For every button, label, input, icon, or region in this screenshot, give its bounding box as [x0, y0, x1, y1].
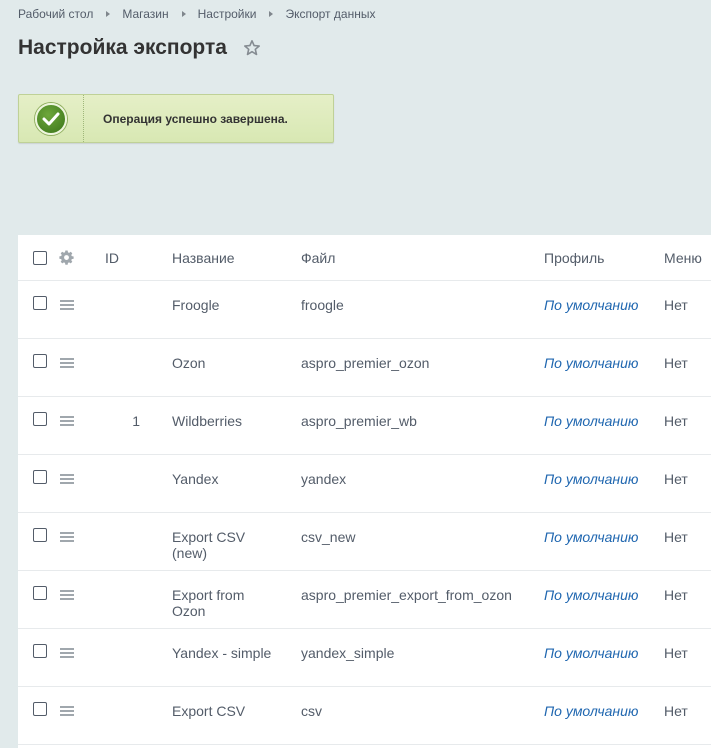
- drag-handle-icon[interactable]: [60, 474, 74, 484]
- row-checkbox[interactable]: [33, 296, 47, 310]
- table-row[interactable]: Export CSV (new) csv_new По умолчанию Не…: [18, 513, 711, 571]
- drag-handle-icon[interactable]: [60, 706, 74, 716]
- drag-handle-icon[interactable]: [60, 532, 74, 542]
- breadcrumb-data-export[interactable]: Экспорт данных: [285, 7, 375, 21]
- cell-profile-link[interactable]: По умолчанию: [544, 471, 639, 487]
- success-notice: Операция успешно завершена.: [18, 94, 334, 143]
- table-row[interactable]: 1 Wildberries aspro_premier_wb По умолча…: [18, 397, 711, 455]
- cell-name: Export CSV (new): [172, 529, 246, 561]
- cell-file: aspro_premier_export_from_ozon: [301, 587, 512, 603]
- cell-name: Ozon: [172, 355, 206, 371]
- cell-menu: Нет: [664, 587, 688, 603]
- cell-name: Wildberries: [172, 413, 243, 429]
- cell-profile-link[interactable]: По умолчанию: [544, 413, 639, 429]
- cell-menu: Нет: [664, 355, 688, 371]
- star-icon[interactable]: [243, 39, 261, 57]
- row-checkbox[interactable]: [33, 528, 47, 542]
- cell-file: csv: [301, 703, 322, 719]
- cell-profile-link[interactable]: По умолчанию: [544, 297, 639, 313]
- chevron-right-icon: [181, 11, 186, 17]
- column-header-profile[interactable]: Профиль: [544, 250, 604, 266]
- cell-menu: Нет: [664, 529, 688, 545]
- notice-message: Операция успешно завершена.: [103, 111, 288, 126]
- table-row[interactable]: Yandex - simple yandex_simple По умолчан…: [18, 629, 711, 687]
- cell-file: froogle: [301, 297, 344, 313]
- drag-handle-icon[interactable]: [60, 416, 74, 426]
- drag-handle-icon[interactable]: [60, 590, 74, 600]
- cell-name: Yandex - simple: [172, 645, 272, 661]
- gear-icon[interactable]: [59, 250, 74, 265]
- cell-profile-link[interactable]: По умолчанию: [544, 529, 639, 545]
- cell-name: Froogle: [172, 297, 220, 313]
- cell-menu: Нет: [664, 645, 688, 661]
- row-checkbox[interactable]: [33, 586, 47, 600]
- drag-handle-icon[interactable]: [60, 648, 74, 658]
- column-header-menu[interactable]: Меню: [664, 250, 702, 266]
- cell-profile-link[interactable]: По умолчанию: [544, 703, 639, 719]
- cell-menu: Нет: [664, 471, 688, 487]
- cell-file: aspro_premier_ozon: [301, 355, 430, 371]
- table-row[interactable]: Yandex yandex По умолчанию Нет: [18, 455, 711, 513]
- drag-handle-icon[interactable]: [60, 300, 74, 310]
- page-title: Настройка экспорта: [18, 36, 227, 59]
- cell-name: Export CSV: [172, 703, 246, 719]
- cell-file: yandex_simple: [301, 645, 395, 661]
- row-checkbox[interactable]: [33, 354, 47, 368]
- cell-name: Yandex: [172, 471, 219, 487]
- cell-profile-link[interactable]: По умолчанию: [544, 645, 639, 661]
- column-header-file[interactable]: Файл: [301, 250, 335, 266]
- export-table: ID Название Файл Профиль Меню Froogle fr…: [18, 235, 711, 748]
- column-header-name[interactable]: Название: [172, 250, 235, 266]
- check-circle-icon: [35, 102, 67, 135]
- table-row[interactable]: Export CSV csv По умолчанию Нет: [18, 687, 711, 745]
- cell-file: csv_new: [301, 529, 356, 545]
- table-header: ID Название Файл Профиль Меню: [18, 235, 711, 281]
- page-title-row: Настройка экспорта: [18, 36, 261, 60]
- column-header-id[interactable]: ID: [105, 250, 119, 266]
- table-row[interactable]: Ozon aspro_premier_ozon По умолчанию Нет: [18, 339, 711, 397]
- row-checkbox[interactable]: [33, 412, 47, 426]
- cell-file: aspro_premier_wb: [301, 413, 417, 429]
- cell-name: Export from Ozon: [172, 587, 245, 619]
- cell-id: 1: [132, 413, 140, 429]
- cell-profile-link[interactable]: По умолчанию: [544, 355, 639, 371]
- row-checkbox[interactable]: [33, 470, 47, 484]
- cell-file: yandex: [301, 471, 347, 487]
- breadcrumb-settings[interactable]: Настройки: [198, 7, 257, 21]
- table-row[interactable]: Export from Ozon aspro_premier_export_fr…: [18, 571, 711, 629]
- breadcrumb: Рабочий стол Магазин Настройки Экспорт д…: [18, 7, 375, 21]
- breadcrumb-shop[interactable]: Магазин: [122, 7, 168, 21]
- cell-menu: Нет: [664, 703, 688, 719]
- cell-menu: Нет: [664, 297, 688, 313]
- chevron-right-icon: [106, 11, 111, 17]
- cell-menu: Нет: [664, 413, 688, 429]
- cell-profile-link[interactable]: По умолчанию: [544, 587, 639, 603]
- row-checkbox[interactable]: [33, 644, 47, 658]
- row-checkbox[interactable]: [33, 702, 47, 716]
- table-row[interactable]: Froogle froogle По умолчанию Нет: [18, 281, 711, 339]
- chevron-right-icon: [269, 11, 274, 17]
- breadcrumb-desktop[interactable]: Рабочий стол: [18, 7, 93, 21]
- select-all-checkbox[interactable]: [33, 251, 47, 265]
- drag-handle-icon[interactable]: [60, 358, 74, 368]
